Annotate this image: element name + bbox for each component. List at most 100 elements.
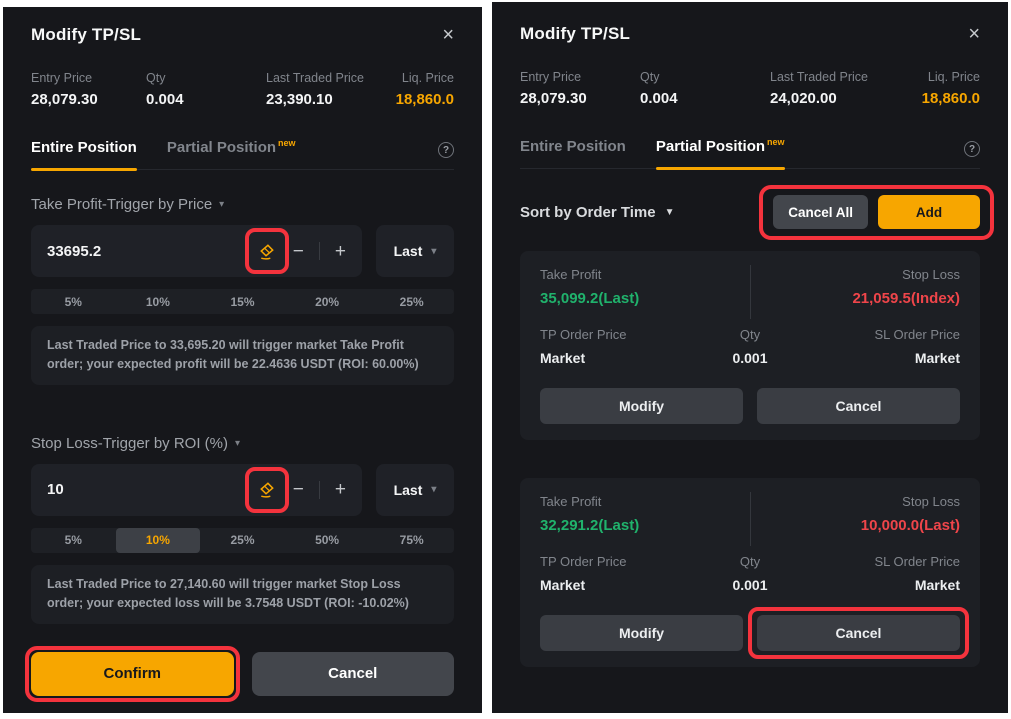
stat-liq-price: Liq. Price 18,860.0 (396, 71, 454, 108)
close-icon[interactable]: × (968, 24, 980, 44)
divider (319, 242, 320, 260)
stat-liq-price: Liq. Price 18,860.0 (922, 70, 980, 107)
new-badge: new (767, 137, 785, 147)
plus-icon[interactable]: + (335, 480, 346, 499)
divider (319, 481, 320, 499)
modify-button-wrap: Modify (540, 615, 743, 651)
add-button[interactable]: Add (878, 195, 980, 229)
position-stats: Entry Price 28,079.30 Qty 0.004 Last Tra… (31, 71, 454, 108)
minus-icon[interactable]: − (293, 480, 304, 499)
help-icon[interactable]: ? (964, 141, 980, 157)
tp-percent-option[interactable]: 5% (31, 289, 116, 314)
card-divider (750, 265, 751, 319)
modal-header: Modify TP/SL × (520, 2, 980, 44)
card-divider (750, 492, 751, 546)
tab-partial-position[interactable]: Partial Positionnew (167, 138, 296, 169)
new-badge: new (278, 138, 296, 148)
take-profit-section-label: Take Profit-Trigger by Price ▾ (31, 196, 454, 213)
stop-loss-input-value[interactable]: 10 (47, 481, 256, 498)
modify-button-wrap: Modify (540, 388, 743, 424)
card-order-values: Market 0.001 Market (540, 577, 960, 593)
take-profit-value: 35,099.2(Last) (540, 290, 639, 307)
modify-tpsl-modal-partial: Modify TP/SL × Entry Price 28,079.30 Qty… (492, 2, 1008, 713)
stop-loss-section-label: Stop Loss-Trigger by ROI (%) ▾ (31, 435, 454, 452)
tab-partial-position[interactable]: Partial Positionnew (656, 137, 785, 168)
position-tabs: Entire Position Partial Positionnew ? (520, 137, 980, 169)
take-profit-trigger-type-select[interactable]: Last ▾ (376, 225, 454, 277)
stop-loss-value: 21,059.5(Index) (852, 290, 960, 307)
modal-footer: Confirm Cancel (31, 652, 454, 696)
chevron-down-icon[interactable]: ▾ (219, 199, 224, 210)
eraser-icon[interactable] (256, 479, 278, 501)
modify-button[interactable]: Modify (540, 388, 743, 424)
stop-loss-trigger-type-select[interactable]: Last ▾ (376, 464, 454, 516)
sort-actions-row: Sort by Order Time ▼ Cancel All Add (520, 195, 980, 229)
sl-percent-option[interactable]: 25% (200, 528, 285, 553)
stat-entry-price: Entry Price 28,079.30 (520, 70, 640, 107)
plus-icon[interactable]: + (335, 242, 346, 261)
sl-percent-option[interactable]: 50% (285, 528, 370, 553)
input-controls: − + (256, 240, 346, 262)
take-profit-info-text: Last Traded Price to 33,695.20 will trig… (31, 326, 454, 385)
stop-loss-input-row: 10 − + Last ▾ (31, 464, 454, 516)
input-controls: − + (256, 479, 346, 501)
order-qty: 0.001 (680, 350, 820, 366)
sl-order-price: Market (820, 350, 960, 366)
stat-last-traded-price: Last Traded Price 23,390.10 (266, 71, 396, 108)
tp-order-price: Market (540, 350, 680, 366)
cancel-order-button[interactable]: Cancel (757, 615, 960, 651)
tp-percent-option[interactable]: 15% (200, 289, 285, 314)
card-order-labels: TP Order Price Qty SL Order Price (540, 327, 960, 342)
tpsl-order-card: Take Profit Stop Loss 35,099.2(Last) 21,… (520, 251, 980, 440)
eraser-glyph (257, 242, 276, 261)
cancel-order-button[interactable]: Cancel (757, 388, 960, 424)
take-profit-input-value[interactable]: 33695.2 (47, 243, 256, 260)
sl-order-price: Market (820, 577, 960, 593)
stop-loss-roi-input[interactable]: 10 − + (31, 464, 362, 516)
help-icon[interactable]: ? (438, 142, 454, 158)
chevron-down-icon[interactable]: ▾ (235, 438, 240, 449)
take-profit-price-input[interactable]: 33695.2 − + (31, 225, 362, 277)
card-order-labels: TP Order Price Qty SL Order Price (540, 554, 960, 569)
tpsl-order-card: Take Profit Stop Loss 32,291.2(Last) 10,… (520, 478, 980, 667)
modify-tpsl-modal-entire: Modify TP/SL × Entry Price 28,079.30 Qty… (3, 7, 482, 713)
stop-loss-info-text: Last Traded Price to 27,140.60 will trig… (31, 565, 454, 624)
actions-group: Cancel All Add (773, 195, 980, 229)
tp-percent-option[interactable]: 10% (116, 289, 201, 314)
tp-percent-option[interactable]: 20% (285, 289, 370, 314)
confirm-button[interactable]: Confirm (31, 652, 234, 696)
modify-button[interactable]: Modify (540, 615, 743, 651)
position-tabs: Entire Position Partial Positionnew ? (31, 138, 454, 170)
tab-entire-position[interactable]: Entire Position (31, 139, 137, 169)
position-stats: Entry Price 28,079.30 Qty 0.004 Last Tra… (520, 70, 980, 107)
sort-by-order-time-dropdown[interactable]: Sort by Order Time ▼ (520, 204, 675, 221)
tab-entire-position[interactable]: Entire Position (520, 138, 626, 168)
sort-caret-icon: ▼ (665, 207, 675, 218)
modal-header: Modify TP/SL × (31, 7, 454, 45)
cancel-button-wrap: Cancel (757, 615, 960, 651)
stat-qty: Qty 0.004 (146, 71, 266, 108)
chevron-down-icon: ▾ (431, 484, 436, 495)
cancel-button-wrap: Cancel (252, 652, 455, 696)
stop-loss-percent-row: 5% 10% 25% 50% 75% (31, 528, 454, 553)
take-profit-value: 32,291.2(Last) (540, 517, 639, 534)
tp-order-price: Market (540, 577, 680, 593)
cancel-all-button[interactable]: Cancel All (773, 195, 868, 229)
sl-percent-option[interactable]: 75% (369, 528, 454, 553)
stat-last-traded-price: Last Traded Price 24,020.00 (770, 70, 922, 107)
tp-percent-option[interactable]: 25% (369, 289, 454, 314)
card-order-values: Market 0.001 Market (540, 350, 960, 366)
close-icon[interactable]: × (442, 25, 454, 45)
cancel-button-wrap: Cancel (757, 388, 960, 424)
sl-percent-option-active[interactable]: 10% (116, 528, 201, 553)
actions-wrap: Cancel All Add (773, 195, 980, 229)
minus-icon[interactable]: − (293, 242, 304, 261)
stop-loss-value: 10,000.0(Last) (861, 517, 960, 534)
eraser-icon[interactable] (256, 240, 278, 262)
take-profit-percent-row: 5% 10% 15% 20% 25% (31, 289, 454, 314)
sl-percent-option[interactable]: 5% (31, 528, 116, 553)
take-profit-input-row: 33695.2 − + Last (31, 225, 454, 277)
card-buttons: Modify Cancel (540, 388, 960, 424)
cancel-button[interactable]: Cancel (252, 652, 455, 696)
chevron-down-icon: ▾ (431, 246, 436, 257)
